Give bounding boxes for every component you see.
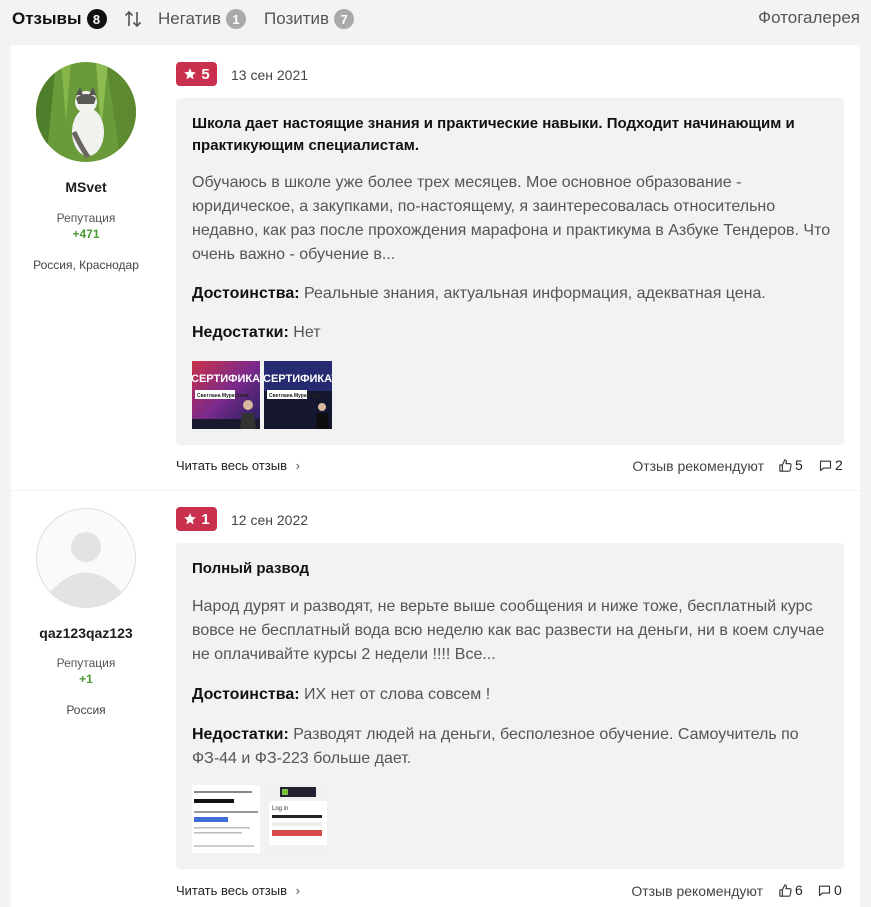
pros-text: Реальные знания, актуальная информация, … — [304, 285, 766, 302]
tab-positive-label: Позитив — [264, 9, 330, 28]
rating-value: 1 — [201, 510, 210, 528]
reputation-value: +1 — [79, 672, 93, 686]
thumb-title: СЕРТИФИКАТ — [264, 373, 332, 385]
like-button[interactable]: 6 — [778, 882, 803, 898]
tab-negative-label: Негатив — [158, 9, 221, 28]
tab-negative-count: 1 — [225, 9, 246, 29]
reputation-label: Репутация — [56, 211, 116, 225]
chevron-right-icon: › — [295, 883, 300, 898]
rating-badge: 1 — [176, 507, 217, 531]
cons-label: Недостатки: — [192, 324, 289, 341]
comment-count: 2 — [835, 457, 843, 473]
tab-reviews-label: Отзывы — [12, 9, 82, 28]
avatar[interactable] — [36, 508, 136, 608]
photo-thumbnails: СЕРТИФИКАТ Светлана Муратхина СЕРТИФИКАТ… — [192, 361, 332, 429]
review-tabs: Отзывы 8 Негатив 1 Позитив 7 Фотогалерея — [0, 0, 871, 40]
review-text: Народ дурят и разводят, не верьте выше с… — [192, 598, 825, 663]
review-pros: Достоинства: Реальные знания, актуальная… — [192, 282, 837, 306]
read-more-label: Читать весь отзыв — [176, 883, 288, 898]
reputation-label: Репутация — [56, 656, 116, 670]
read-more-label: Читать весь отзыв — [176, 458, 288, 473]
rating-value: 5 — [201, 65, 210, 83]
tab-reviews-count: 8 — [86, 9, 107, 29]
cons-label: Недостатки: — [192, 726, 289, 743]
photo-thumbnail[interactable] — [192, 785, 260, 853]
tab-negative[interactable]: Негатив 1 — [158, 8, 246, 30]
rating-badge: 5 — [176, 62, 217, 86]
pros-label: Достоинства: — [192, 686, 300, 703]
chevron-right-icon: › — [295, 458, 300, 473]
comment-count: 0 — [834, 882, 842, 898]
cons-text: Нет — [293, 324, 321, 341]
like-count: 5 — [795, 457, 803, 473]
read-full-review-link[interactable]: Читать весь отзыв › — [176, 883, 300, 898]
thumb-login-text: Log in — [272, 806, 288, 812]
review-cons: Недостатки: Разводят людей на деньги, бе… — [192, 723, 837, 771]
tab-photo-gallery[interactable]: Фотогалерея — [758, 8, 860, 28]
username[interactable]: MSvet — [11, 179, 161, 195]
photo-thumbnails: Log in — [192, 785, 332, 853]
thumb-title: СЕРТИФИКАТ — [192, 373, 260, 385]
thumb-name: Светлана Муратхина — [269, 393, 321, 399]
photo-thumbnail[interactable]: Log in — [264, 785, 332, 853]
recommend-label: Отзыв рекомендуют — [631, 883, 763, 899]
comment-icon — [818, 885, 831, 896]
review-title[interactable]: Полный развод — [192, 558, 832, 580]
sort-icon[interactable] — [124, 9, 142, 29]
pros-label: Достоинства: — [192, 285, 300, 302]
thumbs-up-icon — [779, 458, 792, 472]
tab-positive[interactable]: Позитив 7 — [264, 8, 355, 30]
comments-button[interactable]: 2 — [818, 457, 843, 473]
read-full-review-link[interactable]: Читать весь отзыв › — [176, 458, 300, 473]
user-location: Россия — [66, 703, 106, 717]
review-body: Школа дает настоящие знания и практическ… — [176, 98, 844, 445]
avatar[interactable] — [36, 62, 136, 162]
photo-thumbnail[interactable]: СЕРТИФИКАТ Светлана Муратхина — [264, 361, 332, 429]
pros-text: ИХ нет от слова совсем ! — [304, 686, 491, 703]
star-icon — [184, 68, 197, 80]
star-icon — [184, 513, 197, 525]
review-body: Полный развод Народ дурят и разводят, не… — [176, 543, 844, 869]
user-location: Россия, Краснодар — [33, 258, 139, 272]
review-title[interactable]: Школа дает настоящие знания и практическ… — [192, 113, 832, 157]
review-card: MSvet Репутация +471 Россия, Краснодар 5… — [11, 45, 860, 490]
recommend-label: Отзыв рекомендуют — [632, 458, 764, 474]
review-pros: Достоинства: ИХ нет от слова совсем ! — [192, 683, 837, 707]
like-button[interactable]: 5 — [778, 457, 803, 473]
review-card: qaz123qaz123 Репутация +1 Россия 1 12 се… — [11, 491, 860, 907]
like-count: 6 — [795, 882, 803, 898]
review-date: 12 сен 2022 — [231, 512, 309, 528]
photo-thumbnail[interactable]: СЕРТИФИКАТ Светлана Муратхина — [192, 361, 260, 429]
reputation-value: +471 — [72, 227, 100, 241]
tab-reviews[interactable]: Отзывы 8 — [12, 8, 107, 30]
username[interactable]: qaz123qaz123 — [11, 625, 161, 641]
review-cons: Недостатки: Нет — [192, 321, 837, 345]
review-date: 13 сен 2021 — [231, 67, 309, 83]
tab-positive-count: 7 — [334, 9, 355, 29]
thumbs-up-icon — [779, 883, 792, 897]
comment-icon — [819, 460, 832, 471]
comments-button[interactable]: 0 — [817, 882, 842, 898]
thumb-name: Светлана Муратхина — [197, 393, 249, 399]
review-text: Обучаюсь в школе уже более трех месяцев.… — [192, 174, 831, 263]
